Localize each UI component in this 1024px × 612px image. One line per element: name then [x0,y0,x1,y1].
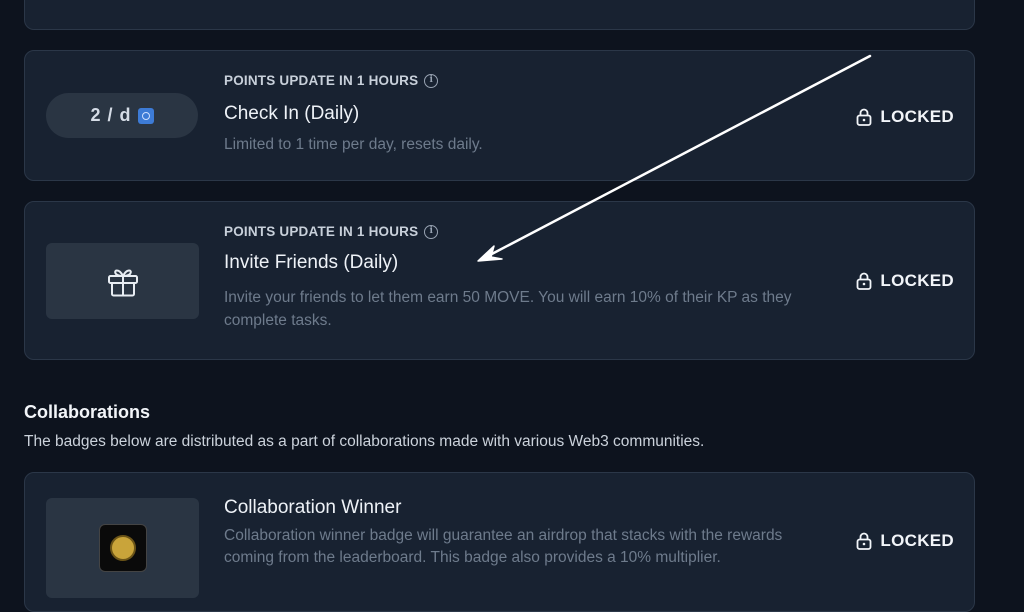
badge-card-collaboration-winner: Collaboration Winner Collaboration winne… [24,472,975,612]
points-update-text: POINTS UPDATE IN 1 HOURS [224,73,419,88]
gift-icon [107,269,138,297]
points-update-line: POINTS UPDATE IN 1 HOURS i [224,224,834,239]
locked-label: LOCKED [880,271,954,290]
lock-icon [857,272,872,290]
collaboration-badge-image [98,524,147,572]
task-content: POINTS UPDATE IN 1 HOURS i Check In (Dai… [224,73,483,156]
info-icon[interactable]: i [424,224,439,239]
badge-title: Collaboration Winner [224,497,402,518]
points-token-icon [137,107,154,124]
badge-emblem-icon [109,535,136,561]
points-rate-pill: 2 / d [46,93,198,138]
locked-label: LOCKED [880,107,954,126]
points-update-line: POINTS UPDATE IN 1 HOURS i [224,73,483,88]
lock-icon [857,532,872,550]
task-description: Limited to 1 time per day, resets daily. [224,136,483,153]
section-description: The badges below are distributed as a pa… [24,433,705,450]
badge-image-box [46,498,199,598]
task-image [46,243,199,319]
points-rate-label: 2 / d [90,105,132,125]
task-title: Invite Friends (Daily) [224,252,399,273]
locked-status: LOCKED [856,531,954,551]
locked-label: LOCKED [880,531,954,550]
locked-status: LOCKED [856,271,954,291]
task-card-partial [24,0,975,30]
task-description: Invite your friends to let them earn 50 … [224,289,792,329]
task-card-invite-friends: POINTS UPDATE IN 1 HOURS i Invite Friend… [24,201,975,360]
task-card-check-in: 2 / d POINTS UPDATE IN 1 HOURS i Check I… [24,50,975,181]
task-content: POINTS UPDATE IN 1 HOURS i Invite Friend… [224,224,834,332]
locked-status: LOCKED [856,107,954,127]
lock-icon [857,108,872,126]
info-icon[interactable]: i [424,73,439,88]
points-update-text: POINTS UPDATE IN 1 HOURS [224,224,419,239]
badge-content: Collaboration Winner Collaboration winne… [224,497,814,569]
task-title: Check In (Daily) [224,103,360,124]
section-title-collaborations: Collaborations [24,402,151,422]
badge-description: Collaboration winner badge will guarante… [224,527,783,566]
